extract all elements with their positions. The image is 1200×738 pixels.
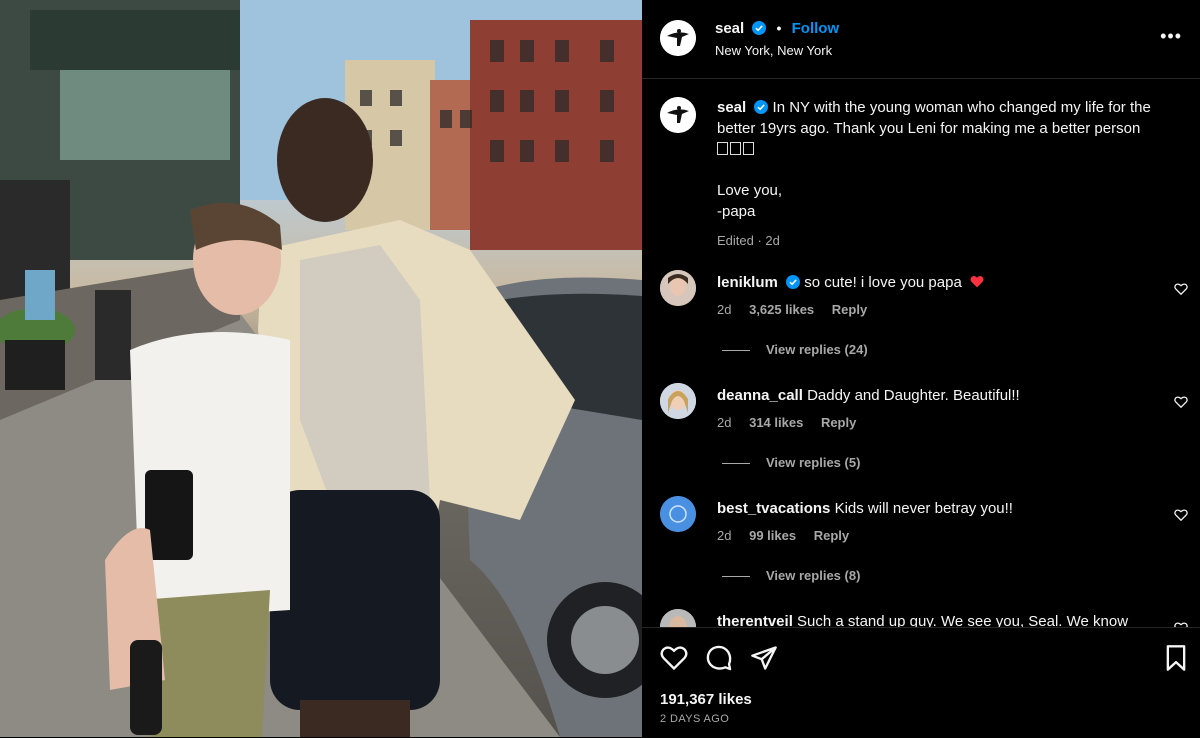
comment-username[interactable]: leniklum (717, 274, 778, 291)
view-replies-button[interactable]: View replies (5) (722, 455, 860, 470)
heart-icon[interactable] (1174, 508, 1188, 522)
comment-body: deanna_call Daddy and Daughter. Beautifu… (717, 385, 1157, 406)
comment-text: Daddy and Daughter. Beautiful!! (807, 387, 1020, 404)
verified-icon (752, 21, 767, 35)
comment-icon[interactable] (705, 644, 733, 672)
avatar[interactable] (660, 609, 696, 627)
view-replies-button[interactable]: View replies (24) (722, 342, 868, 357)
post-header: seal • Follow New York, New York ••• (642, 0, 1200, 79)
reply-button[interactable]: Reply (832, 302, 867, 317)
bookmark-icon[interactable] (1162, 644, 1190, 672)
comment-time[interactable]: 2d (717, 302, 731, 317)
comment-username[interactable]: best_tvacations (717, 500, 830, 517)
verified-icon (754, 100, 769, 114)
caption-body: seal In NY with the young woman who chan… (717, 97, 1177, 251)
more-icon[interactable]: ••• (1160, 26, 1182, 47)
post-timestamp[interactable]: 2 DAYS AGO (660, 713, 729, 725)
header-username-row: seal • Follow (715, 20, 839, 37)
profile-photo-icon (660, 609, 696, 627)
comment-text: so cute! i love you papa (804, 274, 962, 291)
comment-body: best_tvacations Kids will never betray y… (717, 498, 1157, 519)
likes-count[interactable]: 191,367 likes (660, 691, 752, 708)
comment-meta: 2d 314 likes Reply (717, 415, 870, 430)
heart-icon[interactable] (1174, 282, 1188, 296)
avatar[interactable] (660, 20, 696, 56)
comment-item: leniklum so cute! i love you papa 2d 3,6… (642, 270, 1200, 383)
caption-line: Love you, (717, 182, 783, 199)
comment-text: Kids will never betray you!! (834, 500, 1013, 517)
share-icon[interactable] (750, 644, 778, 672)
comment-time[interactable]: 2d (717, 415, 731, 430)
photo-illustration (0, 0, 642, 737)
post-actions: 191,367 likes 2 DAYS AGO (642, 627, 1200, 738)
post-panel: seal • Follow New York, New York ••• sea… (642, 0, 1200, 737)
comments-scroll[interactable]: seal In NY with the young woman who chan… (642, 79, 1200, 627)
profile-photo-icon (660, 383, 696, 419)
separator-dot: • (776, 20, 782, 36)
comment-body: therentveil Such a stand up guy. We see … (717, 611, 1157, 627)
comment-item: best_tvacations Kids will never betray y… (642, 496, 1200, 609)
comment-body: leniklum so cute! i love you papa (717, 272, 1157, 293)
comment-text: Such a stand up guy. We see you, Seal. W… (797, 613, 1129, 627)
emoji-glyph (717, 142, 728, 155)
avatar[interactable] (660, 496, 696, 532)
emoji-row (717, 139, 1177, 160)
comment-time[interactable]: 2d (717, 528, 731, 543)
reply-button[interactable]: Reply (814, 528, 849, 543)
profile-logo-icon (660, 496, 696, 532)
emoji-glyph (730, 142, 741, 155)
post-photo (0, 0, 642, 737)
username-link[interactable]: seal (715, 20, 744, 37)
follow-button[interactable]: Follow (792, 20, 840, 37)
view-replies-button[interactable]: View replies (8) (722, 568, 860, 583)
comment-likes[interactable]: 314 likes (749, 415, 803, 430)
avatar[interactable] (660, 270, 696, 306)
heart-icon[interactable] (1174, 395, 1188, 409)
avatar[interactable] (660, 383, 696, 419)
comment-item: therentveil Such a stand up guy. We see … (642, 609, 1200, 627)
seal-logo-icon (660, 20, 696, 56)
comment-meta: 2d 3,625 likes Reply (717, 302, 881, 317)
comment-likes[interactable]: 3,625 likes (749, 302, 814, 317)
caption-username[interactable]: seal (717, 99, 746, 116)
reply-button[interactable]: Reply (821, 415, 856, 430)
caption-line: -papa (717, 203, 756, 220)
comment-meta: 2d 99 likes Reply (717, 528, 863, 543)
comment-username[interactable]: deanna_call (717, 387, 803, 404)
comment-likes[interactable]: 99 likes (749, 528, 796, 543)
comment-item: deanna_call Daddy and Daughter. Beautifu… (642, 383, 1200, 496)
avatar[interactable] (660, 97, 696, 133)
heart-icon[interactable] (660, 644, 688, 672)
caption-meta: Edited · 2d (717, 233, 780, 248)
comment-username[interactable]: therentveil (717, 613, 793, 627)
emoji-glyph (743, 142, 754, 155)
seal-logo-icon (660, 97, 696, 133)
red-heart-emoji-icon (970, 275, 984, 288)
caption-text: In NY with the young woman who changed m… (717, 99, 1151, 137)
location-link[interactable]: New York, New York (715, 43, 832, 58)
verified-icon (786, 275, 801, 289)
profile-photo-icon (660, 270, 696, 306)
